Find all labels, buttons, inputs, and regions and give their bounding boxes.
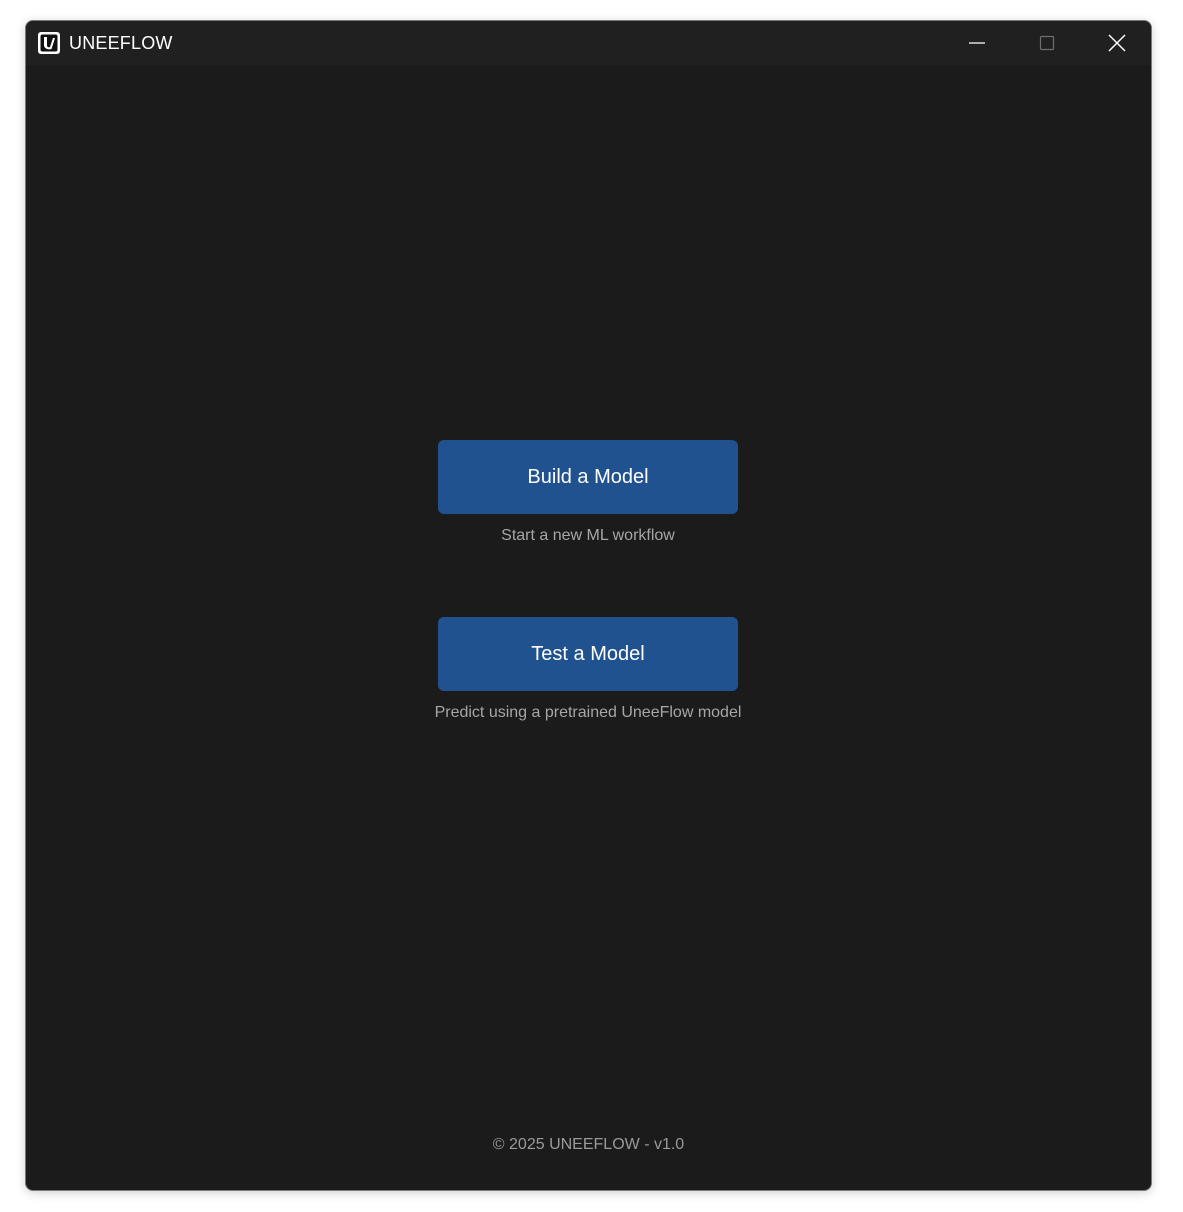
footer-copyright: © 2025 UNEEFLOW - v1.0 [492, 1136, 685, 1153]
title-bar[interactable]: UNEEFLOW [26, 21, 1151, 65]
close-icon [1108, 34, 1126, 52]
close-button[interactable] [1082, 21, 1151, 65]
test-model-button[interactable]: Test a Model [438, 617, 738, 691]
build-model-caption: Start a new ML workflow [501, 527, 675, 544]
minimize-button[interactable] [942, 21, 1012, 65]
minimize-icon [969, 42, 985, 44]
maximize-button[interactable] [1012, 21, 1082, 65]
test-model-caption: Predict using a pretrained UneeFlow mode… [434, 704, 742, 721]
build-model-button[interactable]: Build a Model [438, 440, 738, 514]
maximize-icon [1039, 35, 1055, 51]
app-window: UNEEFLOW Build a Model Start a new ML wo… [25, 20, 1152, 1191]
uneeflow-logo-icon [38, 32, 60, 54]
window-title: UNEEFLOW [69, 33, 173, 53]
main-content: Build a Model Start a new ML workflow Te… [26, 65, 1151, 1190]
